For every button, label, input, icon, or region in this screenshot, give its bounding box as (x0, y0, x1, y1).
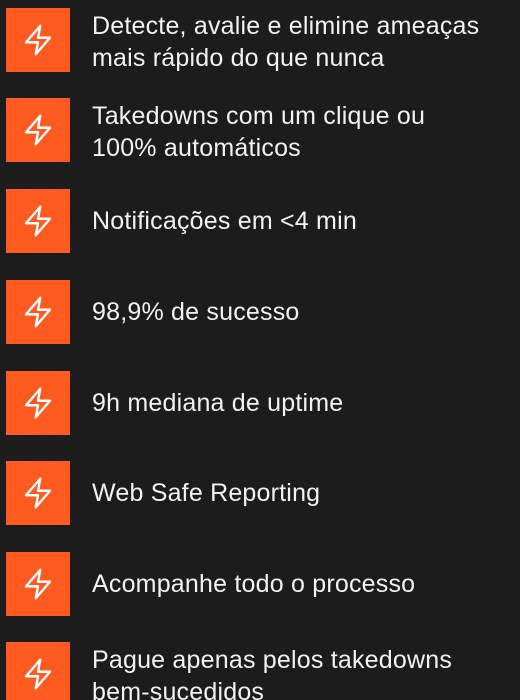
lightning-bolt-icon (6, 189, 70, 253)
feature-text: Acompanhe todo o processo (92, 570, 416, 598)
feature-item: Takedowns com um clique ou 100% automáti… (6, 98, 520, 162)
feature-item: Pague apenas pelos takedowns bem-sucedid… (6, 642, 520, 700)
feature-text: Pague apenas pelos takedowns bem-sucedid… (92, 646, 453, 700)
feature-item: Acompanhe todo o processo (6, 552, 520, 616)
lightning-bolt-icon (6, 280, 70, 344)
lightning-bolt-icon (6, 552, 70, 616)
feature-text: Web Safe Reporting (92, 479, 321, 507)
lightning-bolt-icon (6, 371, 70, 435)
feature-text: 98,9% de sucesso (92, 298, 300, 326)
lightning-bolt-icon (6, 8, 70, 72)
feature-item: Web Safe Reporting (6, 461, 520, 525)
feature-text: 9h mediana de uptime (92, 389, 344, 417)
feature-list: Detecte, avalie e elimine ameaças mais r… (0, 0, 520, 700)
lightning-bolt-icon (6, 98, 70, 162)
feature-item: Notificações em <4 min (6, 189, 520, 253)
feature-text: Takedowns com um clique ou 100% automáti… (92, 102, 426, 162)
feature-item: 9h mediana de uptime (6, 371, 520, 435)
lightning-bolt-icon (6, 461, 70, 525)
feature-item: 98,9% de sucesso (6, 280, 520, 344)
lightning-bolt-icon (6, 642, 70, 700)
feature-item: Detecte, avalie e elimine ameaças mais r… (6, 8, 520, 72)
feature-text: Detecte, avalie e elimine ameaças mais r… (92, 12, 480, 72)
feature-text: Notificações em <4 min (92, 207, 357, 235)
